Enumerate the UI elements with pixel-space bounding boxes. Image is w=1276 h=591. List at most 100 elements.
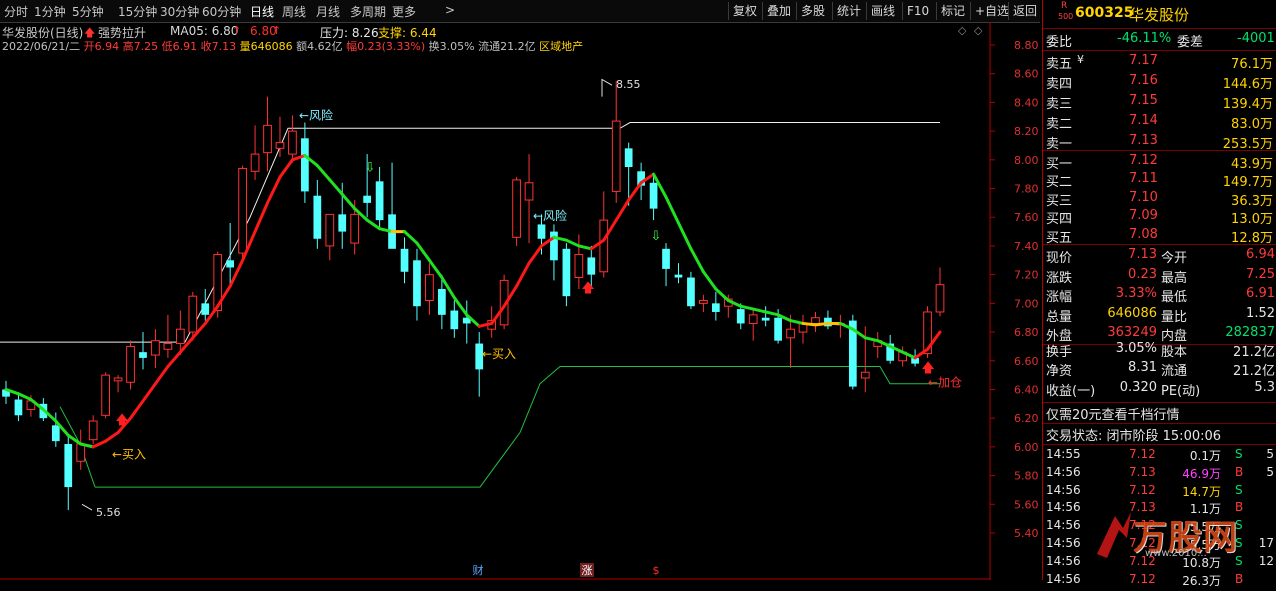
candle-body-up[interactable] xyxy=(175,328,185,345)
tab-1[interactable]: 1分钟 xyxy=(34,3,66,20)
candle-body-down[interactable] xyxy=(139,352,147,358)
candle-body-down[interactable] xyxy=(674,274,683,278)
toolbar-button-6[interactable]: 标记 xyxy=(936,2,969,20)
candle-body-down[interactable] xyxy=(226,260,235,268)
risk-label: ←风险 xyxy=(533,208,567,223)
candle-body-up[interactable] xyxy=(574,254,584,279)
candle-body-down[interactable] xyxy=(562,248,571,297)
candle-body-down[interactable] xyxy=(624,148,633,167)
tab-3[interactable]: 15分钟 xyxy=(118,3,157,20)
candle-body-down[interactable] xyxy=(313,195,322,239)
candle-body-up[interactable] xyxy=(425,274,434,301)
y-tick-label: 8.60 xyxy=(1014,68,1039,81)
candle-body-up[interactable] xyxy=(113,377,123,382)
candle-body-down[interactable] xyxy=(649,182,658,209)
toolbar-button-3[interactable]: 统计 xyxy=(832,2,865,20)
candle-body-up[interactable] xyxy=(599,219,609,273)
ma-line-segment xyxy=(328,178,344,196)
candle-body-down[interactable] xyxy=(64,444,73,488)
candle-body-up[interactable] xyxy=(524,182,534,201)
candle-body-up[interactable] xyxy=(101,374,110,416)
candle-body-up[interactable] xyxy=(188,295,198,333)
candle-body-up[interactable] xyxy=(611,120,621,192)
candle-body-down[interactable] xyxy=(51,425,60,442)
y-tick-label: 6.40 xyxy=(1014,383,1039,396)
candle-body-up[interactable] xyxy=(238,167,247,254)
candle-body-down[interactable] xyxy=(587,257,596,275)
candle-body-down[interactable] xyxy=(450,310,459,330)
toolbar-button-1[interactable]: 叠加 xyxy=(762,2,795,20)
candle-body-down[interactable] xyxy=(201,303,210,315)
candle-body-down[interactable] xyxy=(338,214,347,232)
bid-row[interactable]: 买一 7.12 43.9万 xyxy=(1043,152,1276,172)
ma-line-segment xyxy=(403,230,419,245)
candle-body-up[interactable] xyxy=(151,340,160,356)
tab-5[interactable]: 60分钟 xyxy=(202,3,241,20)
ask-row[interactable]: 卖三 7.15 139.4万 xyxy=(1043,92,1276,112)
watermark-url: www.2010... xyxy=(1145,548,1207,559)
candle-body-up[interactable] xyxy=(786,328,795,339)
tab-7[interactable]: 周线 xyxy=(282,3,306,20)
bid-row[interactable]: 买二 7.11 149.7万 xyxy=(1043,170,1276,190)
candle-body-up[interactable] xyxy=(699,299,708,304)
candle-body-down[interactable] xyxy=(438,289,446,315)
candle-body-up[interactable] xyxy=(163,343,173,350)
ask-row[interactable]: 卖二 7.14 83.0万 xyxy=(1043,112,1276,132)
tab-9[interactable]: 多周期 xyxy=(350,3,386,20)
candle-body-up[interactable] xyxy=(935,284,945,313)
candle-body-down[interactable] xyxy=(662,248,670,269)
candle-body-up[interactable] xyxy=(748,314,758,324)
toolbar-button-2[interactable]: 多股 xyxy=(796,2,829,20)
candle-body-down[interactable] xyxy=(363,195,372,203)
tab-6[interactable]: 日线 xyxy=(250,3,274,20)
bid-row[interactable]: 买五 7.08 12.8万 xyxy=(1043,226,1276,246)
candle-body-up[interactable] xyxy=(350,213,360,244)
y-tick-label: 8.40 xyxy=(1014,96,1039,109)
candle-body-up[interactable] xyxy=(325,213,335,247)
ask-row[interactable]: 卖四 7.16 144.6万 xyxy=(1043,72,1276,92)
bid-row[interactable]: 买四 7.09 13.0万 xyxy=(1043,207,1276,227)
toolbar-button-4[interactable]: 画线 xyxy=(866,2,899,20)
candle-body-down[interactable] xyxy=(375,181,384,221)
trade-status-row: 交易状态: 闭市阶段 15:00:06 xyxy=(1046,429,1222,444)
candle-body-down[interactable] xyxy=(774,317,782,341)
candle-body-down[interactable] xyxy=(761,317,770,321)
promo-row[interactable]: 仅需20元查看千档行情 xyxy=(1043,403,1276,423)
ma-line-segment xyxy=(789,319,805,325)
tab-4[interactable]: 30分钟 xyxy=(160,3,199,20)
stat-row: 涨幅 3.33% 最低 6.91 xyxy=(1046,286,1275,306)
candle-body-down[interactable] xyxy=(687,277,695,307)
candle-body-up[interactable] xyxy=(811,317,820,324)
candle-body-down[interactable] xyxy=(413,260,421,307)
tab-2[interactable]: 5分钟 xyxy=(72,3,104,20)
toolbar-button-0[interactable]: 复权 xyxy=(728,2,761,20)
candle-body-up[interactable] xyxy=(263,124,272,154)
more-chevron-icon[interactable]: > xyxy=(445,3,455,17)
ask-row[interactable]: 卖一 7.13 253.5万 xyxy=(1043,132,1276,152)
candle-body-up[interactable] xyxy=(250,153,260,172)
candle-body-up[interactable] xyxy=(288,130,297,155)
stock-name: 华发股份 xyxy=(1129,6,1190,24)
candle-body-down[interactable] xyxy=(301,138,309,192)
candle-body-up[interactable] xyxy=(275,142,285,149)
candle-body-up[interactable] xyxy=(860,371,870,379)
toolbar-button-8[interactable]: 返回 xyxy=(1008,2,1041,20)
tab-0[interactable]: 分时 xyxy=(4,3,28,20)
tab-10[interactable]: 更多 xyxy=(392,3,416,20)
candle-body-up[interactable] xyxy=(88,420,98,441)
toolbar-button-7[interactable]: +自选 xyxy=(970,2,1013,20)
candle-body-down[interactable] xyxy=(14,399,23,416)
bid-row[interactable]: 买三 7.10 36.3万 xyxy=(1043,189,1276,209)
candle-body-down[interactable] xyxy=(537,224,546,239)
toolbar-button-5[interactable]: F10 xyxy=(902,2,933,20)
candle-body-up[interactable] xyxy=(512,179,521,238)
candle-body-down[interactable] xyxy=(400,248,409,272)
candle-body-down[interactable] xyxy=(711,303,720,312)
tab-8[interactable]: 月线 xyxy=(316,3,340,20)
candle-body-up[interactable] xyxy=(76,443,86,462)
stock-code: 600325 xyxy=(1075,5,1134,21)
candle-body-up[interactable] xyxy=(126,345,135,383)
ask-row[interactable]: 卖五 ¥7.17 76.1万 xyxy=(1043,52,1276,72)
candle-body-down[interactable] xyxy=(736,309,745,324)
candlestick-chart[interactable]: 8.80 8.60 8.40 8.20 8.00 7.80 7.60 7.40 7.20 7.00… xyxy=(0,22,1040,580)
